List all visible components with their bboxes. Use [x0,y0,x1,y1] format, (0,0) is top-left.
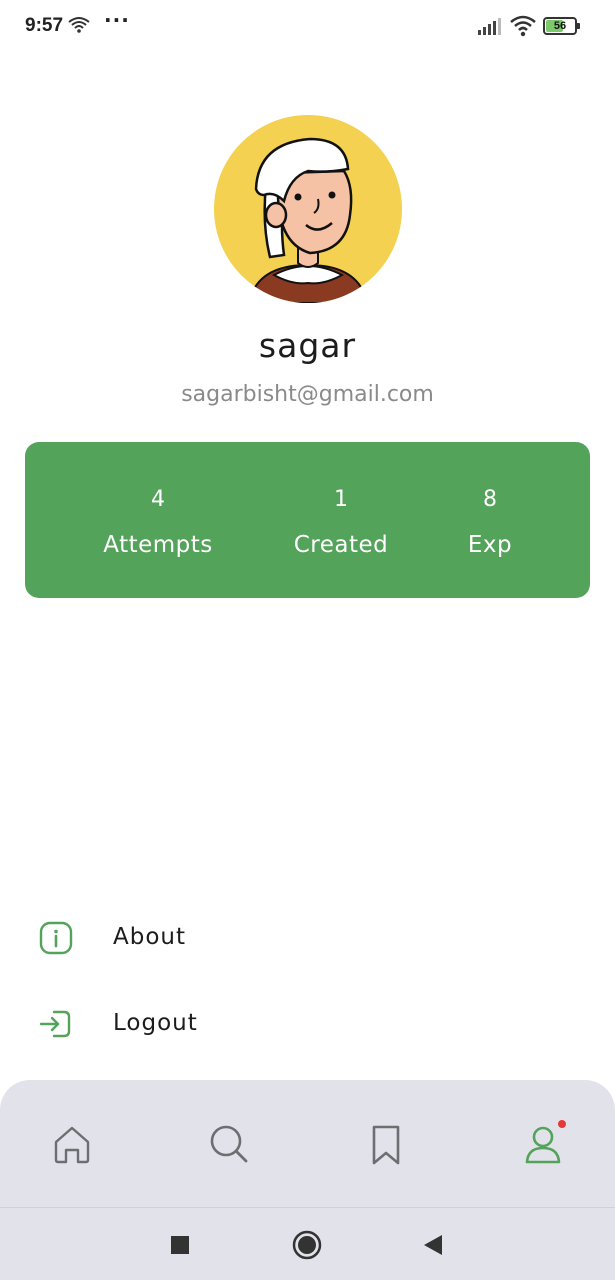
battery-tip [577,23,580,29]
stat-attempts: 4 Attempts [93,442,223,598]
stat-value: 1 [334,487,348,512]
logout-icon [39,1010,71,1038]
back-button[interactable] [416,1228,450,1262]
notification-dot [558,1120,566,1128]
bottom-nav [0,1080,615,1207]
user-avatar-illustration [251,137,365,303]
battery-icon: 56 [543,17,580,35]
info-icon [39,921,73,955]
stat-label: Exp [467,532,513,558]
home-button[interactable] [290,1228,324,1262]
more-dots-icon: ··· [104,8,130,32]
system-nav-bar [0,1207,615,1280]
stat-value: 8 [483,487,497,512]
nav-home[interactable] [47,1120,97,1170]
menu-item-about[interactable]: About [0,906,615,970]
battery-percent: 56 [553,20,567,32]
status-time: 9:57 [25,15,64,36]
profile-name: sagar [258,326,357,365]
stat-created: 1 Created [276,442,406,598]
stats-card: 4 Attempts 1 Created 8 Exp [25,442,590,598]
home-icon [54,1126,90,1164]
menu-label-about: About [113,924,187,950]
nav-profile[interactable] [518,1120,568,1170]
stat-label: Attempts [103,532,213,558]
search-icon [210,1125,248,1163]
status-bar: 9:57 ··· 56 [0,0,615,54]
profile-email: sagarbisht@gmail.com [181,382,434,407]
back-triangle-icon [424,1235,442,1255]
wifi-small-icon [68,17,90,33]
nav-search[interactable] [204,1120,254,1170]
nav-bookmark[interactable] [361,1120,411,1170]
signal-icon [478,18,501,35]
circle-icon [292,1230,322,1260]
square-icon [171,1236,189,1254]
stat-value: 4 [151,487,165,512]
stat-label: Created [293,532,389,558]
wifi-icon [510,15,536,37]
menu-item-logout[interactable]: Logout [0,992,615,1056]
recents-button[interactable] [163,1228,197,1262]
profile-avatar[interactable] [214,115,402,303]
menu-label-logout: Logout [113,1010,198,1036]
stat-exp: 8 Exp [450,442,530,598]
bookmark-icon [372,1125,400,1165]
